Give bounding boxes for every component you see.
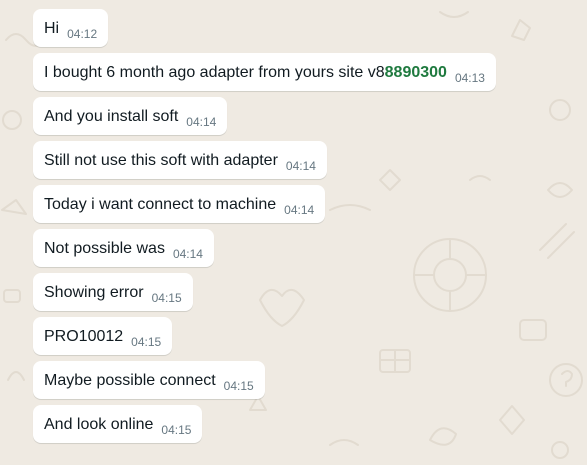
- message-text-part: I bought 6 month ago adapter from yours …: [44, 64, 385, 81]
- message-timestamp: 04:14: [186, 115, 217, 129]
- message-text: Not possible was: [44, 240, 165, 257]
- message-bubble[interactable]: Today i want connect to machine 04:14: [33, 185, 326, 223]
- message-text: PRO10012: [44, 328, 124, 345]
- message-timestamp: 04:13: [454, 71, 485, 85]
- message-text: Hi: [44, 20, 60, 37]
- message-text: Maybe possible connect: [44, 372, 216, 389]
- message-timestamp: 04:15: [223, 379, 254, 393]
- message-bubble[interactable]: And you install soft 04:14: [33, 97, 228, 135]
- message-timestamp: 04:14: [285, 159, 316, 173]
- message-timestamp: 04:15: [151, 291, 182, 305]
- message-bubble[interactable]: Hi 04:12: [33, 9, 109, 47]
- message-timestamp: 04:14: [284, 203, 315, 217]
- message-bubble[interactable]: Not possible was 04:14: [33, 229, 214, 267]
- message-bubble[interactable]: Maybe possible connect 04:15: [33, 361, 265, 399]
- message-bubble[interactable]: Showing error 04:15: [33, 273, 193, 311]
- message-text: Still not use this soft with adapter: [44, 152, 278, 169]
- message-text: And you install soft: [44, 108, 179, 125]
- message-text: Today i want connect to machine: [44, 196, 277, 213]
- message-bubble[interactable]: And look online 04:15: [33, 405, 203, 443]
- message-timestamp: 04:14: [172, 247, 203, 261]
- phone-number-link[interactable]: 8890300: [385, 64, 447, 81]
- chat-message-list: Hi 04:12 I bought 6 month ago adapter fr…: [33, 9, 496, 449]
- message-timestamp: 04:15: [161, 423, 192, 437]
- message-bubble[interactable]: PRO10012 04:15: [33, 317, 173, 355]
- message-text: And look online: [44, 416, 154, 433]
- message-bubble[interactable]: Still not use this soft with adapter 04:…: [33, 141, 327, 179]
- message-bubble[interactable]: I bought 6 month ago adapter from yours …: [33, 53, 496, 91]
- message-timestamp: 04:15: [131, 335, 162, 349]
- message-text: I bought 6 month ago adapter from yours …: [44, 63, 447, 83]
- message-timestamp: 04:12: [67, 27, 98, 41]
- message-text: Showing error: [44, 284, 144, 301]
